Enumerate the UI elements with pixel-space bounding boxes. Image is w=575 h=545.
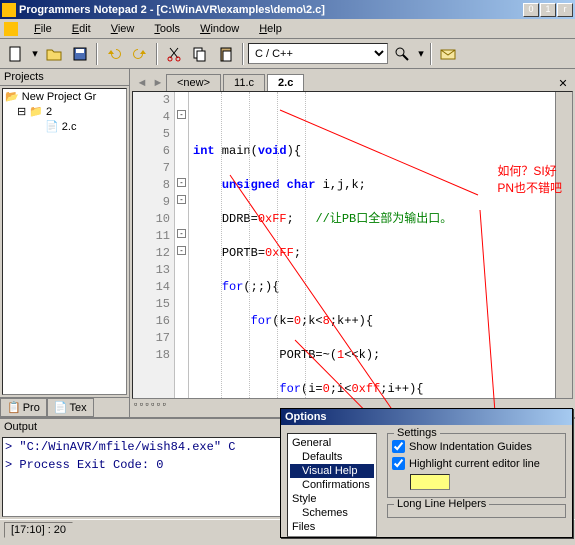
open-button[interactable]: [42, 42, 66, 66]
code-content[interactable]: int main(void){ unsigned char i,j,k; DDR…: [189, 92, 555, 398]
options-dialog[interactable]: Options General Defaults Visual Help Con…: [280, 408, 573, 538]
redo-button[interactable]: [128, 42, 152, 66]
opt-visual-help[interactable]: Visual Help: [290, 464, 374, 478]
menu-help[interactable]: Help: [251, 21, 290, 37]
tree-group[interactable]: ⊟ 📁 2: [3, 104, 126, 119]
editor-panel: ◄ ► <new> 11.c 2.c ✕ 3456 78910 11121314…: [130, 69, 575, 417]
menu-file[interactable]: File: [26, 21, 60, 37]
textclips-tab[interactable]: 📄 Tex: [47, 398, 94, 417]
opt-defaults[interactable]: Defaults: [290, 450, 374, 464]
cut-button[interactable]: [162, 42, 186, 66]
line-gutter: 3456 78910 11121314 15161718: [133, 92, 175, 398]
title-bar: Programmers Notepad 2 - [C:\WinAVR\examp…: [0, 0, 575, 19]
options-tree[interactable]: General Defaults Visual Help Confirmatio…: [287, 433, 377, 537]
menu-view[interactable]: View: [103, 21, 143, 37]
tab-close-button[interactable]: ✕: [555, 75, 571, 91]
maximize-button[interactable]: 1: [540, 3, 556, 17]
settings-group: Settings Show Indentation Guides Highlig…: [387, 433, 566, 498]
projects-title: Projects: [0, 69, 129, 86]
fold-margin[interactable]: - - - - -: [175, 92, 189, 398]
projects-tab[interactable]: 📋 Pro: [0, 398, 47, 417]
menu-tools[interactable]: Tools: [146, 21, 188, 37]
project-tree[interactable]: 📂 New Project Gr ⊟ 📁 2 📄 2.c: [2, 88, 127, 395]
menu-edit[interactable]: Edit: [64, 21, 99, 37]
paste-button[interactable]: [214, 42, 238, 66]
chk-highlight-line[interactable]: Highlight current editor line: [392, 457, 561, 470]
new-file-button[interactable]: [4, 42, 28, 66]
tab-nav-prev[interactable]: ◄: [134, 75, 150, 91]
opt-general[interactable]: General: [290, 436, 374, 450]
language-select[interactable]: C / C++: [248, 43, 388, 64]
chk-indentation-guides-input[interactable]: [392, 440, 405, 453]
opt-files[interactable]: Files: [290, 520, 374, 534]
menu-window[interactable]: Window: [192, 21, 247, 37]
opt-confirmations[interactable]: Confirmations: [290, 478, 374, 492]
vertical-scrollbar[interactable]: [555, 92, 572, 398]
options-title: Options: [281, 409, 572, 425]
opt-schemes[interactable]: Schemes: [290, 506, 374, 520]
close-button[interactable]: r: [557, 3, 573, 17]
tab-11c[interactable]: 11.c: [223, 74, 265, 91]
cursor-position: [17:10] : 20: [4, 522, 73, 538]
chk-highlight-line-input[interactable]: [392, 457, 405, 470]
opt-style[interactable]: Style: [290, 492, 374, 506]
toolbar: ▾ C / C++ ▾: [0, 39, 575, 69]
window-title: Programmers Notepad 2 - [C:\WinAVR\examp…: [19, 4, 523, 16]
chk-indentation-guides[interactable]: Show Indentation Guides: [392, 440, 561, 453]
tab-new[interactable]: <new>: [166, 74, 221, 91]
projects-panel: Projects 📂 New Project Gr ⊟ 📁 2 📄 2.c 📋 …: [0, 69, 130, 417]
find-button[interactable]: [390, 42, 414, 66]
highlight-color-swatch[interactable]: [410, 474, 450, 490]
tree-file[interactable]: 📄 2.c: [3, 119, 126, 134]
code-editor[interactable]: 3456 78910 11121314 15161718 - - - - - i…: [132, 91, 573, 399]
system-menu-icon[interactable]: [4, 22, 18, 36]
longline-group: Long Line Helpers: [387, 504, 566, 518]
tab-nav-next[interactable]: ►: [150, 75, 166, 91]
undo-button[interactable]: [102, 42, 126, 66]
copy-button[interactable]: [188, 42, 212, 66]
menu-bar: File Edit View Tools Window Help: [0, 19, 575, 39]
tab-2c[interactable]: 2.c: [267, 74, 304, 91]
mail-button[interactable]: [436, 42, 460, 66]
minimize-button[interactable]: 0: [523, 3, 539, 17]
find-dropdown[interactable]: ▾: [416, 47, 426, 60]
new-dropdown[interactable]: ▾: [30, 47, 40, 60]
tree-root[interactable]: 📂 New Project Gr: [3, 89, 126, 104]
app-icon: [2, 3, 16, 17]
save-button[interactable]: [68, 42, 92, 66]
